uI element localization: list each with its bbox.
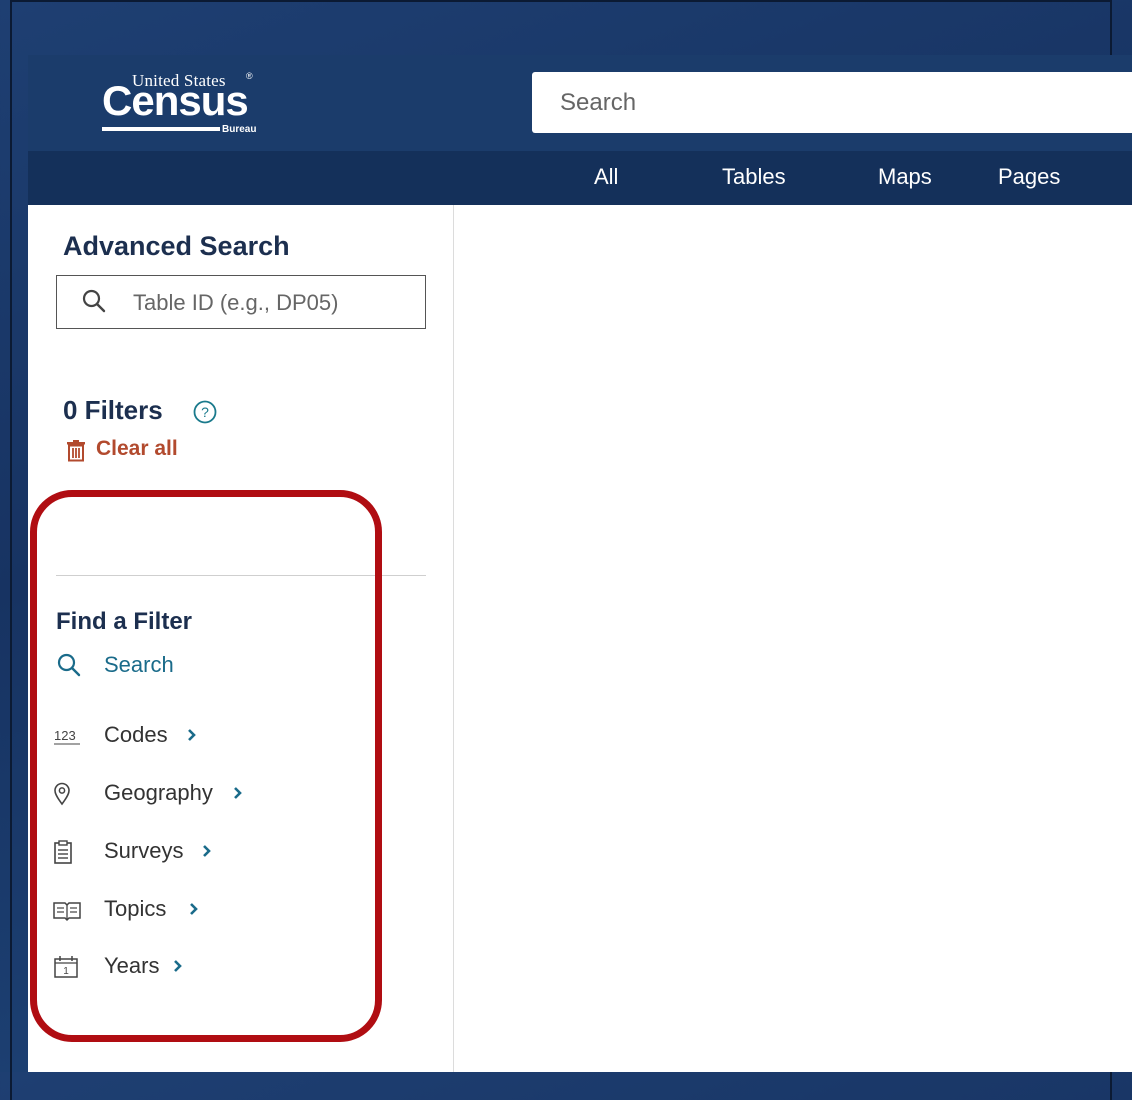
- map-pin-icon: [53, 782, 83, 806]
- find-filter-search-label: Search: [104, 652, 174, 677]
- search-icon: [56, 652, 82, 683]
- sidebar-divider: [56, 575, 426, 576]
- tab-all[interactable]: All: [594, 164, 618, 190]
- chevron-right-icon: [200, 842, 214, 865]
- filter-sidebar: Advanced Search 0 Filters ? Clear all Fi…: [28, 205, 454, 1072]
- logo-census: Census: [102, 77, 249, 124]
- calendar-icon: 1: [53, 955, 83, 979]
- browser-window: United States ® Census Bureau All Tables…: [28, 55, 1132, 1072]
- filter-item-label: Years: [104, 953, 160, 978]
- table-id-search-field[interactable]: [56, 275, 426, 329]
- codes-123-icon: 123: [53, 724, 83, 748]
- chevron-right-icon: [231, 784, 245, 807]
- svg-text:1: 1: [63, 966, 69, 977]
- tab-pages[interactable]: Pages: [998, 164, 1060, 190]
- find-filter-search[interactable]: Search: [56, 650, 256, 680]
- census-logo[interactable]: United States ® Census Bureau: [102, 71, 272, 141]
- trash-icon: [66, 440, 86, 468]
- search-icon: [81, 288, 107, 319]
- filter-item-topics[interactable]: Topics: [53, 894, 303, 926]
- result-type-tabs: All Tables Maps Pages: [28, 151, 1132, 205]
- tab-maps[interactable]: Maps: [878, 164, 932, 190]
- clipboard-icon: [53, 840, 83, 864]
- filter-item-years[interactable]: 1 Years: [53, 951, 303, 983]
- chevron-right-icon: [185, 726, 199, 749]
- svg-text:?: ?: [201, 404, 209, 420]
- tab-tables[interactable]: Tables: [722, 164, 786, 190]
- clear-all-label: Clear all: [96, 437, 178, 460]
- filter-item-geography[interactable]: Geography: [53, 778, 303, 810]
- chevron-right-icon: [171, 957, 185, 980]
- site-header: United States ® Census Bureau: [28, 55, 1132, 151]
- logo-bureau: Bureau: [222, 124, 257, 135]
- filters-count: 0 Filters: [63, 395, 163, 425]
- book-icon: [53, 898, 83, 922]
- logo-underline: [102, 127, 220, 131]
- help-icon[interactable]: ?: [192, 399, 218, 430]
- filter-item-surveys[interactable]: Surveys: [53, 836, 303, 868]
- svg-text:123: 123: [54, 728, 76, 743]
- filter-item-label: Codes: [104, 722, 168, 747]
- filter-item-label: Topics: [104, 896, 167, 921]
- advanced-search-title: Advanced Search: [63, 231, 290, 261]
- chevron-right-icon: [187, 900, 201, 923]
- filter-item-codes[interactable]: 123 Codes: [53, 720, 303, 752]
- find-filter-title: Find a Filter: [56, 608, 193, 635]
- table-id-input[interactable]: [131, 284, 415, 322]
- filter-item-label: Surveys: [104, 838, 184, 863]
- main-results-area: [454, 205, 1132, 1072]
- main-search-input[interactable]: [532, 72, 1132, 133]
- filter-item-label: Geography: [104, 780, 213, 805]
